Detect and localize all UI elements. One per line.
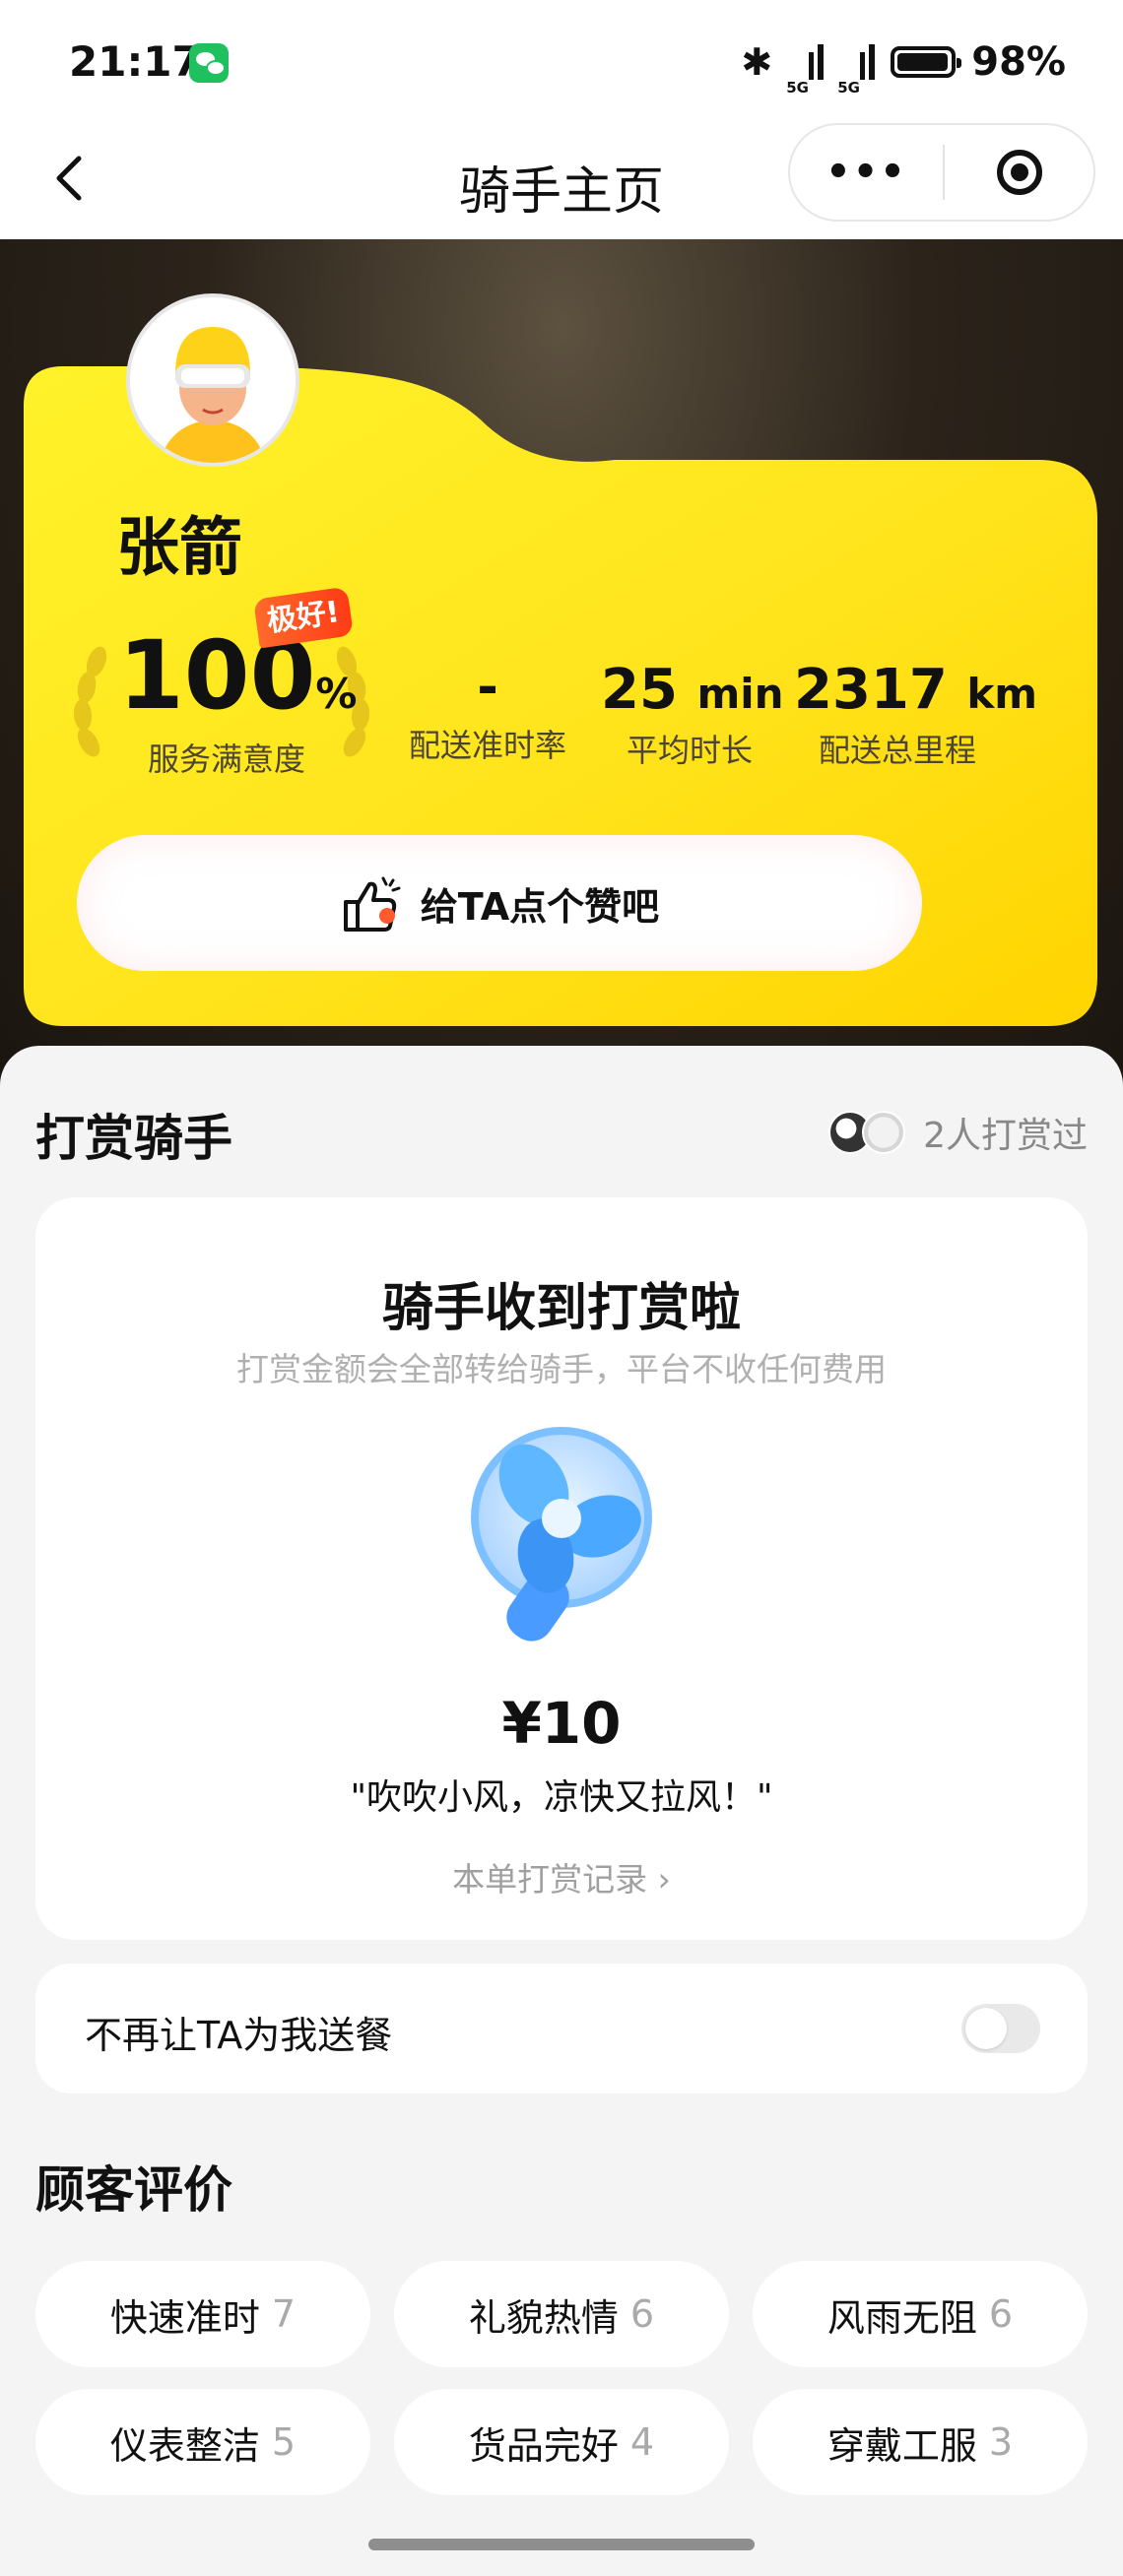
bluetooth-icon: ✱: [741, 40, 773, 84]
tipper-avatars: [828, 1111, 906, 1154]
review-tag[interactable]: 仪表整洁 5: [35, 2389, 370, 2495]
review-tag-label: 风雨无阻: [826, 2295, 977, 2340]
tip-card-title: 骑手收到打赏啦: [381, 1279, 741, 1338]
stat-value: 2317: [794, 658, 948, 722]
signal-icon: 5G: [837, 34, 876, 141]
reviews-section-title: 顾客评价: [35, 2161, 232, 2219]
more-icon: •••: [826, 150, 907, 195]
like-rider-button[interactable]: 给TA点个赞吧: [77, 835, 922, 971]
review-tag[interactable]: 穿戴工服 3: [753, 2389, 1088, 2495]
review-tag-label: 货品完好: [468, 2423, 619, 2468]
review-tag[interactable]: 快速准时 7: [35, 2261, 370, 2367]
status-time: 21:17: [69, 37, 201, 86]
battery-icon: [891, 46, 962, 78]
wechat-icon: [189, 43, 229, 83]
review-tag-count: 4: [629, 2420, 655, 2464]
stat-on-time-rate: - 配送准时率: [394, 658, 581, 766]
stat-value: -: [477, 658, 498, 717]
review-tag-label: 礼貌热情: [468, 2295, 619, 2340]
review-tags: 快速准时 7 礼貌热情 6 风雨无阻 6 仪表整洁 5 货品完好 4 穿戴工服 3: [35, 2261, 1088, 2495]
more-button[interactable]: •••: [790, 150, 943, 195]
target-icon: [996, 150, 1042, 195]
thumbs-up-icon: [343, 876, 401, 932]
tip-message: "吹吹小风，凉快又拉风！": [350, 1777, 773, 1818]
review-tag-count: 6: [988, 2292, 1014, 2336]
review-tag-count: 7: [271, 2292, 297, 2336]
tip-amount: ¥10: [501, 1690, 622, 1757]
rider-name: 张箭: [116, 512, 242, 585]
review-tag[interactable]: 礼貌热情 6: [394, 2261, 729, 2367]
battery-level-fill: [897, 53, 949, 71]
like-button-label: 给TA点个赞吧: [420, 884, 660, 929]
review-tag-count: 5: [271, 2420, 297, 2464]
stat-total-distance: 2317 km 配送总里程: [794, 658, 1037, 771]
nav-bar: 骑手主页 •••: [0, 123, 1123, 239]
review-tag-count: 6: [629, 2292, 655, 2336]
stat-unit: km: [966, 670, 1038, 718]
status-bar: 21:17 ✱ 5G 5G 98%: [0, 0, 1123, 141]
status-indicators: ✱ 5G 5G 98%: [741, 34, 1066, 141]
block-rider-toggle[interactable]: [961, 2004, 1040, 2053]
home-indicator[interactable]: [368, 2539, 755, 2550]
review-tag[interactable]: 货品完好 4: [394, 2389, 729, 2495]
close-mini-program-button[interactable]: [945, 150, 1093, 195]
stat-unit: %: [315, 670, 358, 718]
tip-record-link[interactable]: 本单打赏记录 ›: [35, 1853, 1088, 1900]
block-rider-setting: 不再让TA为我送餐: [35, 1964, 1088, 2093]
tippers-summary[interactable]: 2人打赏过: [828, 1107, 1088, 1158]
stat-label: 配送准时率: [408, 727, 566, 764]
review-tag-label: 快速准时: [109, 2295, 260, 2340]
review-tag[interactable]: 风雨无阻 6: [753, 2261, 1088, 2367]
content-sheet: 打赏骑手 2人打赏过 骑手收到打赏啦 打赏金额会全部转给骑手，平台不收任何费用: [0, 1046, 1123, 2576]
review-tag-count: 3: [988, 2420, 1014, 2464]
stat-label: 服务满意度: [147, 741, 305, 778]
stat-satisfaction: 100% 服务满意度: [118, 620, 357, 780]
stat-label: 配送总里程: [818, 732, 976, 769]
laurel-left-icon: [73, 646, 107, 757]
block-rider-label: 不再让TA为我送餐: [85, 2014, 393, 2057]
tippers-count-text: 2人打赏过: [923, 1116, 1088, 1156]
stat-value: 25: [601, 658, 678, 722]
rider-avatar-image: [130, 297, 296, 463]
avatar: [862, 1111, 906, 1154]
fan-gift-icon: [471, 1427, 652, 1642]
review-tag-label: 仪表整洁: [109, 2423, 260, 2468]
stat-label: 平均时长: [626, 732, 753, 769]
review-tag-label: 穿戴工服: [826, 2423, 977, 2468]
battery-percent: 98%: [971, 39, 1066, 85]
tip-card-subtitle: 打赏金额会全部转给骑手，平台不收任何费用: [236, 1350, 887, 1388]
stat-average-time: 25 min 平均时长: [601, 658, 784, 771]
tip-section-title: 打赏骑手: [35, 1110, 232, 1167]
mini-program-capsule: •••: [788, 123, 1095, 222]
tip-card: 骑手收到打赏啦 打赏金额会全部转给骑手，平台不收任何费用 ¥10 "吹吹小风，凉…: [35, 1197, 1088, 1940]
rider-avatar: [126, 293, 299, 467]
stat-unit: min: [696, 670, 784, 718]
signal-icon: 5G: [786, 34, 825, 141]
